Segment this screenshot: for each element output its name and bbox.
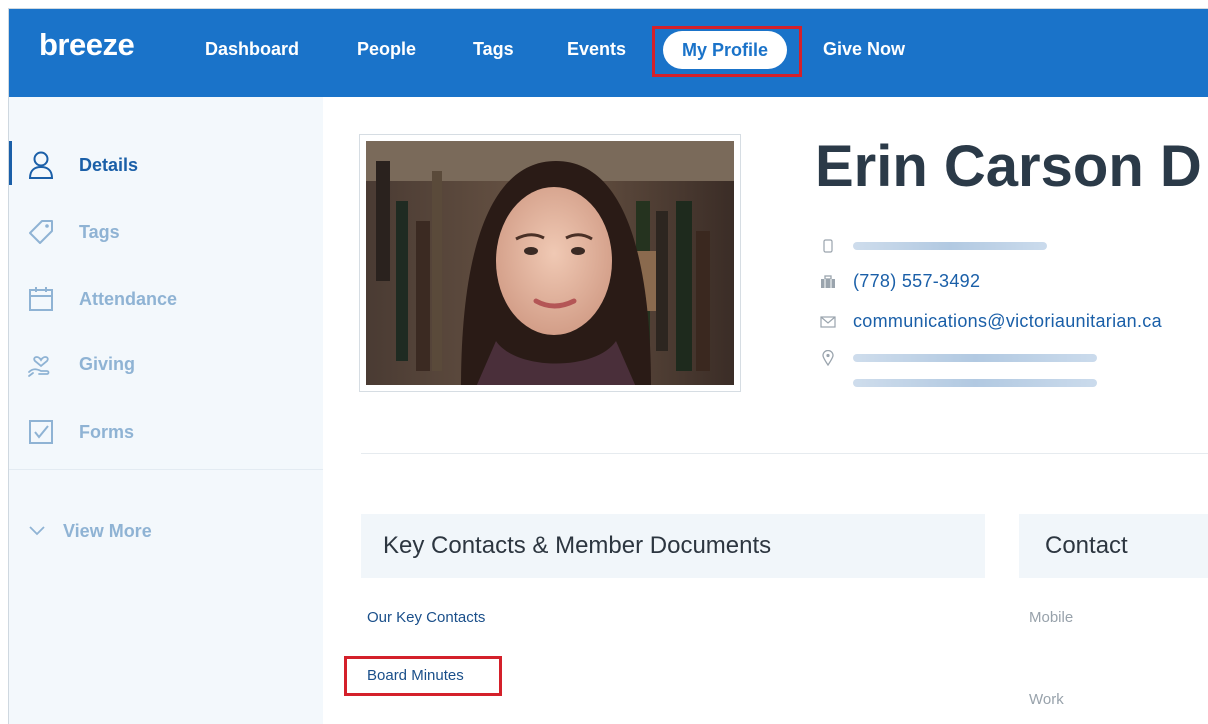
sidebar-item-details[interactable]: Details <box>27 148 138 182</box>
nav-events[interactable]: Events <box>567 39 626 60</box>
sidebar-item-forms[interactable]: Forms <box>27 415 134 449</box>
highlight-box-my-profile <box>652 26 802 77</box>
view-more-label: View More <box>63 521 152 541</box>
breeze-logo[interactable]: breeze <box>39 27 135 63</box>
redacted-address-line-1 <box>853 354 1097 362</box>
profile-photo-image <box>366 141 734 385</box>
sidebar-item-label: Giving <box>79 353 136 374</box>
contact-panel-header: Contact <box>1019 514 1208 578</box>
email-address[interactable]: communications@victoriaunitarian.ca <box>853 311 1162 332</box>
tag-icon <box>27 218 55 246</box>
person-icon <box>27 151 55 179</box>
address-row <box>819 349 1097 367</box>
sidebar-item-label: Forms <box>79 421 135 442</box>
mobile-phone-icon <box>819 237 837 255</box>
chevron-down-icon <box>29 523 45 541</box>
section-divider <box>361 453 1208 454</box>
sidebar-item-attendance[interactable]: Attendance <box>27 282 177 316</box>
nav-people[interactable]: People <box>357 39 416 60</box>
sidebar: Details Tags Attendance Giving Forms Vie… <box>9 97 323 724</box>
work-field-label: Work <box>1029 691 1064 708</box>
work-phone-row: (778) 557-3492 <box>819 271 980 292</box>
nav-tags[interactable]: Tags <box>473 39 514 60</box>
sidebar-active-indicator <box>9 141 12 185</box>
checkbox-icon <box>27 418 55 446</box>
sidebar-item-label: Details <box>79 154 139 175</box>
sidebar-item-tags[interactable]: Tags <box>27 215 120 249</box>
email-row: communications@victoriaunitarian.ca <box>819 311 1162 332</box>
sidebar-item-label: Attendance <box>79 288 178 309</box>
our-key-contacts-link[interactable]: Our Key Contacts <box>367 609 485 626</box>
address-row-2 <box>853 379 1097 387</box>
contact-panel-title: Contact <box>1045 532 1128 559</box>
view-more-toggle[interactable]: View More <box>29 521 152 542</box>
mobile-field-label: Mobile <box>1029 609 1074 626</box>
sidebar-item-label: Tags <box>79 221 120 242</box>
work-phone-number[interactable]: (778) 557-3492 <box>853 271 980 292</box>
documents-panel-title: Key Contacts & Member Documents <box>383 532 772 559</box>
calendar-icon <box>27 285 55 313</box>
redacted-address-line-2 <box>853 379 1097 387</box>
profile-name: Erin Carson D <box>815 134 1202 199</box>
sidebar-divider <box>9 469 323 470</box>
sidebar-item-giving[interactable]: Giving <box>27 347 135 381</box>
mobile-phone-row <box>819 237 1047 255</box>
briefcase-icon <box>819 273 837 291</box>
documents-panel-header: Key Contacts & Member Documents <box>361 514 985 578</box>
nav-dashboard[interactable]: Dashboard <box>205 39 299 60</box>
redacted-mobile-number <box>853 242 1047 250</box>
location-pin-icon <box>819 349 837 367</box>
top-navigation-bar: breeze Dashboard People Tags Events My P… <box>9 9 1208 97</box>
highlight-box-board-minutes <box>344 656 502 696</box>
hand-heart-icon <box>27 350 55 378</box>
profile-photo[interactable] <box>359 134 741 392</box>
app-window: breeze Dashboard People Tags Events My P… <box>8 8 1208 724</box>
nav-give-now[interactable]: Give Now <box>823 39 905 60</box>
envelope-icon <box>819 313 837 331</box>
